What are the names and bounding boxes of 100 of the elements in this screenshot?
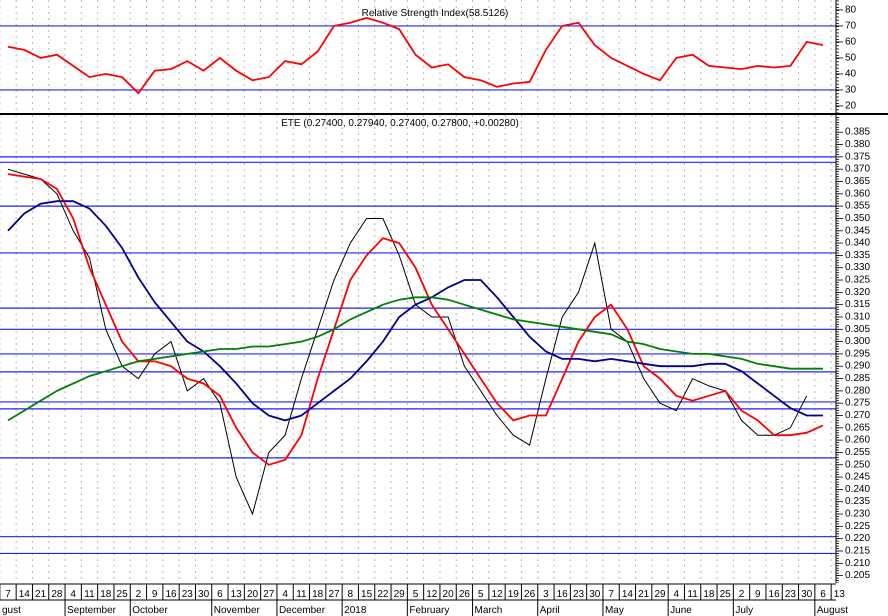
axis-label: 0.225 [845, 520, 870, 532]
date-label: 23 [572, 589, 584, 600]
date-label: 29 [654, 589, 666, 600]
date-label: 11 [687, 589, 698, 600]
date-label: 20 [442, 589, 454, 600]
date-label: 7 [608, 589, 614, 600]
date-label: 18 [312, 589, 324, 600]
date-label: 29 [394, 589, 405, 600]
axis-label: 0.355 [845, 200, 870, 212]
month-label: July [735, 605, 754, 616]
date-label: 13 [230, 589, 242, 600]
axis-label: 0.305 [845, 324, 870, 335]
date-label: 5 [412, 589, 418, 600]
date-label: 14 [622, 589, 633, 600]
date-label: 30 [801, 589, 812, 600]
axis-label: 0.310 [845, 311, 870, 322]
date-label: 11 [84, 589, 95, 600]
date-label: 27 [263, 589, 274, 600]
date-label: 18 [703, 589, 714, 600]
date-label: 4 [70, 589, 76, 600]
axis-label: 0.295 [845, 348, 870, 360]
axis-label: 20 [845, 100, 856, 112]
date-label: 20 [246, 589, 258, 600]
date-label: 26 [524, 589, 536, 600]
axis-label: 0.230 [845, 508, 870, 520]
axis-label: 0.220 [845, 533, 870, 544]
axis-label: 0.250 [845, 459, 870, 470]
axis-label: 0.365 [845, 176, 870, 187]
date-label: 6 [217, 589, 223, 600]
chart-title: Relative Strength Index(58.5126) [362, 8, 508, 19]
month-label: September [67, 605, 116, 616]
axis-label: 0.210 [845, 558, 870, 569]
axis-label: 30 [845, 84, 856, 96]
date-label: 6 [820, 589, 826, 600]
date-label: 9 [755, 589, 761, 600]
date-label: 5 [478, 589, 484, 600]
axis-label: 0.330 [845, 262, 870, 274]
axis-label: 0.360 [845, 188, 870, 200]
axis-label: 0.315 [845, 299, 870, 310]
axis-label: 0.245 [845, 472, 870, 483]
month-label: August [816, 605, 848, 616]
date-label: 26 [458, 589, 470, 600]
month-label: May [604, 605, 624, 616]
axis-label: 80 [845, 4, 856, 16]
date-label: 18 [100, 589, 112, 600]
axis-label: 0.335 [845, 250, 870, 261]
month-label: October [132, 605, 168, 616]
date-label: 4 [674, 589, 680, 600]
date-label: 22 [377, 589, 388, 600]
date-label: 14 [18, 589, 30, 600]
axis-label: 0.325 [845, 274, 870, 286]
axis-label: 0.345 [845, 225, 870, 236]
axis-label: 0.205 [845, 570, 870, 582]
axis-label: 0.260 [845, 434, 870, 446]
date-label: 11 [296, 589, 307, 600]
date-label: 2 [738, 589, 744, 600]
axis-label: 0.270 [845, 410, 870, 421]
date-label: 16 [556, 589, 568, 600]
date-label: 7 [5, 589, 11, 600]
axis-label: 50 [845, 52, 856, 64]
date-label: 21 [35, 589, 46, 600]
axis-label: 0.235 [845, 496, 870, 508]
axis-label: 0.300 [845, 336, 870, 348]
date-label: 23 [182, 589, 193, 600]
date-label: 30 [198, 589, 210, 600]
month-label: December [278, 605, 326, 616]
date-label: 28 [51, 589, 62, 600]
date-label: 4 [282, 589, 288, 600]
axis-label: 0.285 [845, 373, 870, 384]
date-label: 13 [834, 589, 845, 600]
date-label: 27 [328, 589, 340, 600]
date-label: 3 [543, 589, 549, 600]
month-label: March [474, 605, 502, 616]
date-label: 16 [768, 589, 780, 600]
date-label: 2 [136, 589, 142, 600]
month-label: gust [2, 605, 21, 616]
date-label: 16 [165, 589, 177, 600]
axis-label: 0.385 [845, 126, 870, 138]
axis-label: 0.340 [845, 238, 870, 249]
axis-label: 0.375 [845, 151, 870, 162]
axis-label: 0.265 [845, 422, 870, 434]
month-label: June [670, 605, 692, 616]
date-label: 23 [784, 589, 796, 600]
axis-label: 0.275 [845, 398, 870, 409]
date-label: 25 [720, 589, 731, 600]
date-label: 21 [638, 589, 650, 600]
date-label: 12 [426, 589, 438, 600]
axis-label: 0.290 [845, 360, 870, 372]
axis-label: 0.240 [845, 484, 870, 495]
axis-label: 0.370 [845, 164, 870, 175]
axis-label: 0.350 [845, 212, 870, 224]
chart-title: ETE (0.27400, 0.27940, 0.27400, 0.27800, +0.00280) [281, 118, 519, 129]
month-label: November [214, 605, 260, 616]
date-label: 9 [152, 589, 158, 600]
date-label: 19 [508, 589, 519, 600]
axis-label: 70 [845, 20, 856, 32]
date-label: 15 [361, 589, 372, 600]
date-label: 8 [348, 589, 354, 600]
date-label: 30 [589, 589, 600, 600]
axis-label: 0.215 [845, 545, 870, 556]
